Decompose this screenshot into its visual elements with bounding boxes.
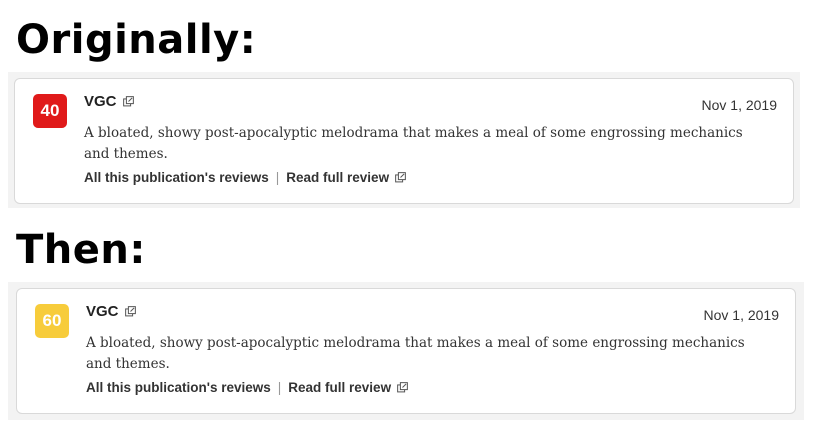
- publication-name[interactable]: VGC: [84, 93, 134, 110]
- all-publication-reviews-link[interactable]: All this publication's reviews: [84, 170, 269, 185]
- read-full-review-link[interactable]: Read full review: [288, 380, 408, 395]
- publication-label: VGC: [84, 93, 117, 110]
- external-link-icon: [122, 96, 134, 107]
- read-full-review-label: Read full review: [286, 170, 390, 185]
- external-link-icon: [395, 172, 406, 183]
- external-link-icon: [124, 306, 136, 317]
- publication-label: VGC: [86, 303, 119, 320]
- review-quote: A bloated, showy post-apocalyptic melodr…: [86, 335, 745, 372]
- score-badge: 60: [35, 304, 69, 338]
- link-separator: |: [275, 170, 280, 185]
- all-publication-reviews-link[interactable]: All this publication's reviews: [86, 380, 271, 395]
- review-date: Nov 1, 2019: [703, 307, 780, 323]
- external-link-icon: [397, 382, 408, 393]
- link-separator: |: [277, 380, 282, 395]
- review-links: All this publication's reviews | Read fu…: [86, 380, 408, 395]
- review-quote: A bloated, showy post-apocalyptic melodr…: [84, 125, 743, 162]
- read-full-review-label: Read full review: [288, 380, 392, 395]
- review-date: Nov 1, 2019: [701, 97, 778, 113]
- publication-name[interactable]: VGC: [86, 303, 136, 320]
- heading-then: Then:: [16, 227, 146, 273]
- read-full-review-link[interactable]: Read full review: [286, 170, 406, 185]
- review-card-original: 40 VGC Nov 1, 2019 A bloated, showy post…: [14, 78, 794, 204]
- heading-originally: Originally:: [16, 17, 257, 63]
- review-links: All this publication's reviews | Read fu…: [84, 170, 406, 185]
- review-card-then: 60 VGC Nov 1, 2019 A bloated, showy post…: [16, 288, 796, 414]
- score-badge: 40: [33, 94, 67, 128]
